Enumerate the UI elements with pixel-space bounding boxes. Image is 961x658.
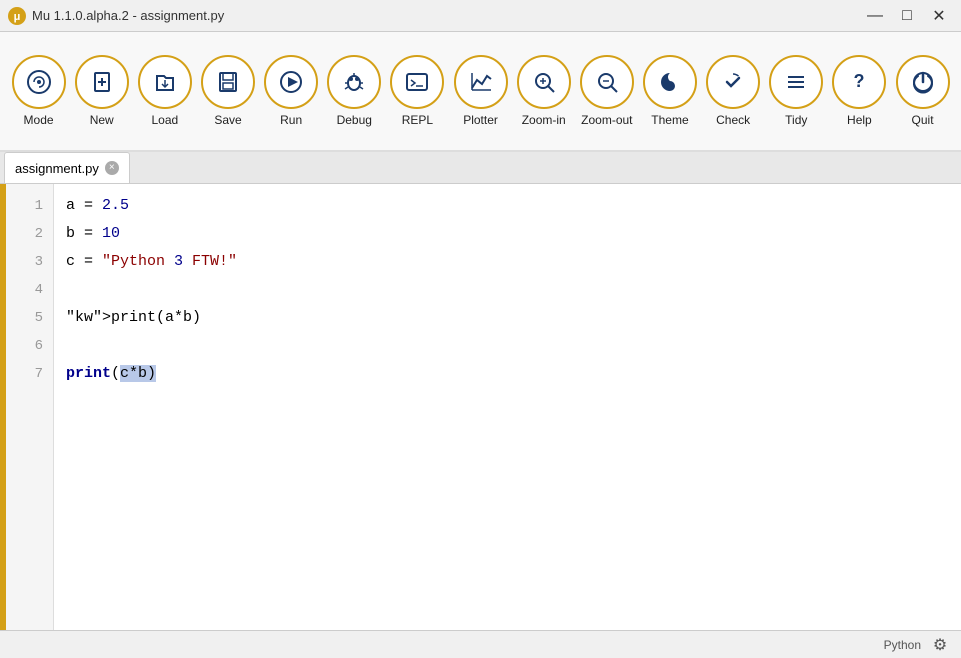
debug-icon [327,55,381,109]
toolbar-new-button[interactable]: New [71,37,132,145]
plotter-label: Plotter [463,113,498,127]
code-line[interactable]: a = 2.5 [54,192,961,220]
window-controls: — □ ✕ [861,6,953,26]
run-icon [264,55,318,109]
mu-logo-icon: μ [8,7,26,25]
title-left: μ Mu 1.1.0.alpha.2 - assignment.py [8,7,224,25]
code-area[interactable]: a = 2.5b = 10c = "Python 3 FTW!" "kw">pr… [54,184,961,630]
toolbar-tidy-button[interactable]: Tidy [766,37,827,145]
save-icon [201,55,255,109]
load-label: Load [152,113,179,127]
mode-label: Mode [24,113,54,127]
tab-close-button[interactable]: × [105,161,119,175]
toolbar-repl-button[interactable]: REPL [387,37,448,145]
tab-bar: assignment.py × [0,152,961,184]
check-icon [706,55,760,109]
toolbar-zoom-out-button[interactable]: Zoom-out [576,37,637,145]
repl-label: REPL [402,113,433,127]
toolbar-debug-button[interactable]: Debug [324,37,385,145]
toolbar-theme-button[interactable]: Theme [639,37,700,145]
code-line[interactable]: print(c*b) [54,360,961,388]
repl-icon [390,55,444,109]
window-title: Mu 1.1.0.alpha.2 - assignment.py [32,8,224,23]
toolbar-quit-button[interactable]: Quit [892,37,953,145]
tab-filename: assignment.py [15,161,99,176]
toolbar-check-button[interactable]: Check [703,37,764,145]
toolbar-zoom-in-button[interactable]: Zoom-in [513,37,574,145]
quit-label: Quit [912,113,934,127]
plotter-icon [454,55,508,109]
minimize-button[interactable]: — [861,6,889,26]
theme-label: Theme [651,113,688,127]
toolbar-help-button[interactable]: ? Help [829,37,890,145]
line-number: 3 [6,248,53,276]
toolbar-mode-button[interactable]: Mode [8,37,69,145]
toolbar: Mode New Load Save Run Debug REPL Plotter Zoom-i… [0,32,961,152]
tidy-icon [769,55,823,109]
code-line[interactable] [54,276,961,304]
zoom-in-label: Zoom-in [522,113,566,127]
python-mode-label: Python [884,638,921,652]
help-label: Help [847,113,872,127]
check-label: Check [716,113,750,127]
code-line[interactable] [54,332,961,360]
zoom-out-label: Zoom-out [581,113,632,127]
debug-label: Debug [337,113,372,127]
file-tab[interactable]: assignment.py × [4,152,130,183]
save-label: Save [214,113,241,127]
svg-text:μ: μ [14,11,21,23]
toolbar-plotter-button[interactable]: Plotter [450,37,511,145]
settings-gear-icon[interactable]: ⚙ [929,634,951,656]
mode-icon [12,55,66,109]
close-button[interactable]: ✕ [925,6,953,26]
code-line[interactable]: b = 10 [54,220,961,248]
svg-text:?: ? [854,71,865,91]
theme-icon [643,55,697,109]
tidy-label: Tidy [785,113,807,127]
load-icon [138,55,192,109]
toolbar-run-button[interactable]: Run [261,37,322,145]
toolbar-save-button[interactable]: Save [197,37,258,145]
zoom-in-icon [517,55,571,109]
quit-icon [896,55,950,109]
line-number: 5 [6,304,53,332]
toolbar-load-button[interactable]: Load [134,37,195,145]
zoom-out-icon [580,55,634,109]
code-line[interactable]: c = "Python 3 FTW!" [54,248,961,276]
new-label: New [90,113,114,127]
editor: 1234567 a = 2.5b = 10c = "Python 3 FTW!"… [0,184,961,630]
line-number: 2 [6,220,53,248]
run-label: Run [280,113,302,127]
line-number: 6 [6,332,53,360]
maximize-button[interactable]: □ [893,6,921,26]
line-number: 7 [6,360,53,388]
new-icon [75,55,129,109]
line-number: 4 [6,276,53,304]
code-line[interactable]: "kw">print(a*b) [54,304,961,332]
line-number: 1 [6,192,53,220]
status-bar: Python ⚙ [0,630,961,658]
line-numbers: 1234567 [6,184,54,630]
help-icon: ? [832,55,886,109]
title-bar: μ Mu 1.1.0.alpha.2 - assignment.py — □ ✕ [0,0,961,32]
